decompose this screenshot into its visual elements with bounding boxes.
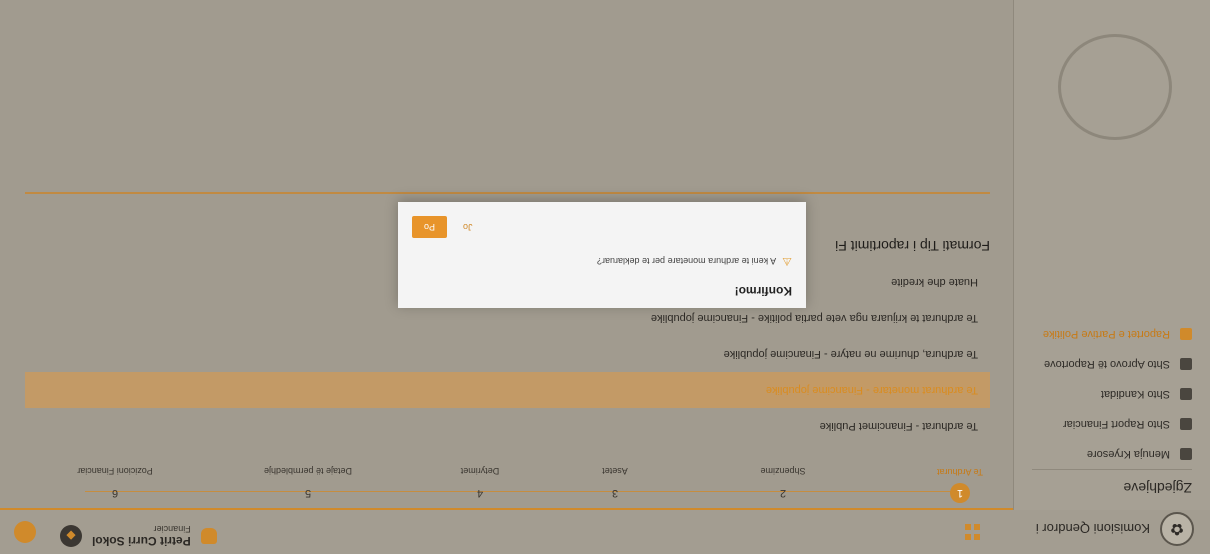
section-title: Formati Tip i raportimit Fi: [835, 238, 990, 254]
sidebar-title: Zgjedhjeve: [1032, 469, 1192, 496]
page: ✿ Komisioni Qendror i Petrit Curri Sokol…: [0, 0, 1210, 554]
users-icon: [1180, 388, 1192, 400]
step-number: 1: [950, 483, 970, 503]
step-1[interactable]: 1 Te Ardhurat: [900, 467, 1020, 504]
brand: ✿ Komisioni Qendror i: [1036, 512, 1194, 546]
app-title: Komisioni Qendror i: [1035, 521, 1150, 537]
dialog-title: Konfirmo!: [734, 284, 792, 298]
approve-icon: [1180, 358, 1192, 370]
sidebar-item-label: Shto Raport Financiar: [1063, 418, 1170, 430]
step-label: Pozicioni Financiar: [77, 466, 153, 476]
sidebar-item-party-reports[interactable]: Raportet e Partive Politike: [1014, 319, 1210, 349]
user-avatar[interactable]: ◆: [60, 525, 82, 547]
sidebar-item-add-report[interactable]: Shto Raport Financiar: [1014, 409, 1210, 439]
sidebar-item-label: Raportet e Partive Politike: [1042, 328, 1170, 340]
dialog-message: A keni te ardhura monetare per te deklar…: [597, 256, 777, 267]
step-label: Shpenzime: [760, 466, 806, 476]
step-2[interactable]: 2 Shpenzime: [723, 466, 843, 504]
yes-button[interactable]: Po: [412, 216, 448, 238]
confirm-dialog: Konfirmo! ⚠ A keni te ardhura monetare p…: [398, 202, 806, 308]
user-area: Petrit Curri Sokol Financier ◆: [60, 524, 217, 548]
report-icon: [1180, 418, 1192, 430]
no-button[interactable]: Jo: [457, 218, 479, 236]
sidebar-item-label: Shto Aprovo të Raportove: [1044, 358, 1170, 370]
step-6[interactable]: 6 Pozicioni Financiar: [55, 466, 175, 504]
sidebar-item-add-candidate[interactable]: Shto Kandidat: [1014, 379, 1210, 409]
sidebar-item-label: Shto Kandidat: [1100, 388, 1170, 400]
step-label: Asetet: [602, 466, 628, 476]
grid-menu-icon[interactable]: [964, 524, 980, 540]
document-icon: [1180, 328, 1192, 340]
divider: [25, 192, 990, 194]
stepper: 1 Te Ardhurat 2 Shpenzime 3 Asetet 4 Det…: [25, 452, 990, 504]
dialog-message-row: ⚠ A keni te ardhura monetare per te dekl…: [597, 255, 792, 268]
step-label: Detaje të permbledhje: [263, 466, 353, 476]
sidebar-item-menu[interactable]: Menuja Kryesore: [1014, 439, 1210, 469]
option-in-kind-donations[interactable]: Te ardhura, dhurime ne natyre - Financim…: [25, 336, 990, 372]
step-4[interactable]: 4 Detyrimet: [420, 466, 540, 504]
step-5[interactable]: 5 Detaje të permbledhje: [248, 466, 368, 504]
step-number: 3: [611, 487, 619, 499]
step-number: 4: [476, 487, 484, 499]
step-label: Detyrimet: [460, 466, 500, 476]
menu-icon: [1180, 448, 1192, 460]
step-3[interactable]: 3 Asetet: [555, 466, 675, 504]
option-public-funding[interactable]: Te ardhurat - Financimet Publike: [25, 408, 990, 444]
option-monetary-nonpublic[interactable]: Te ardhurat monetare - Financime jopubli…: [25, 372, 990, 408]
user-role: Financier: [153, 524, 191, 534]
top-header: ✿ Komisioni Qendror i Petrit Curri Sokol…: [0, 508, 1210, 554]
official-stamp: [1058, 34, 1172, 140]
settings-icon[interactable]: [14, 521, 36, 543]
step-label: Te Ardhurat: [936, 467, 984, 477]
warning-icon: ⚠: [782, 255, 792, 267]
bell-icon[interactable]: [200, 528, 217, 544]
dialog-actions: Jo Po: [412, 216, 479, 238]
user-info: Petrit Curri Sokol Financier: [92, 524, 191, 548]
sidebar-item-label: Menuja Kryesore: [1086, 448, 1170, 460]
step-number: 5: [304, 487, 312, 499]
step-number: 2: [779, 487, 787, 499]
emblem-icon: ✿: [1160, 512, 1194, 546]
step-number: 6: [111, 487, 119, 499]
user-name: Petrit Curri Sokol: [92, 534, 191, 548]
sidebar-item-approve[interactable]: Shto Aprovo të Raportove: [1014, 349, 1210, 379]
sidebar: Zgjedhjeve Menuja Kryesore Shto Raport F…: [1013, 0, 1210, 510]
